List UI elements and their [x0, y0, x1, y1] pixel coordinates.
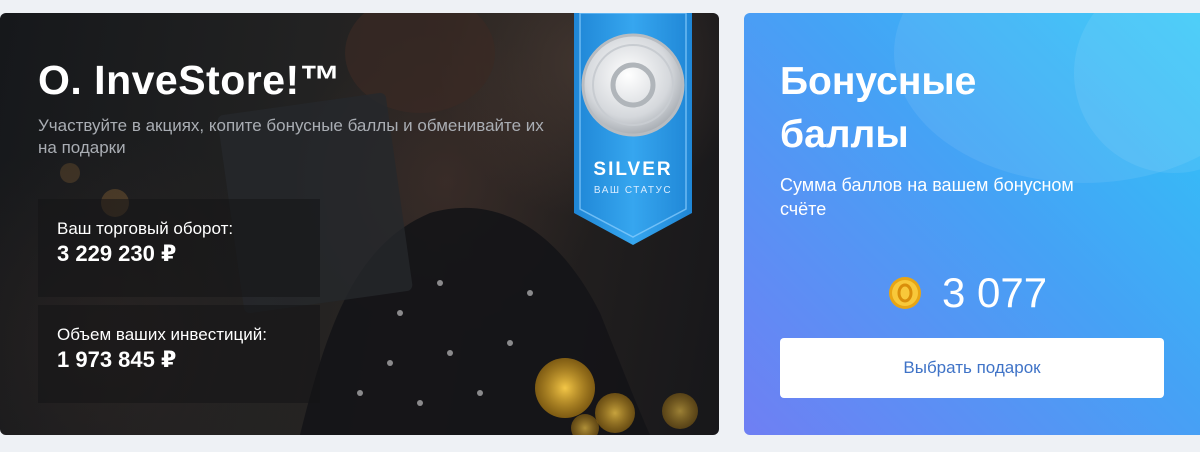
page-title: О. InveStore!™: [38, 57, 342, 103]
loyalty-promo-card: О. InveStore!™ Участвуйте в акциях, копи…: [0, 13, 719, 435]
investment-value: 1 973 845 ₽: [57, 347, 177, 372]
status-level: SILVER: [593, 159, 673, 180]
points-balance: 3 077: [942, 269, 1048, 316]
status-caption: ВАШ СТАТУС: [593, 185, 673, 196]
turnover-label: Ваш торговый оборот:: [57, 219, 234, 238]
investment-label: Объем ваших инвестиций:: [57, 325, 267, 344]
status-badge: SILVER ВАШ СТАТУС: [574, 13, 692, 245]
bonus-subtitle: Сумма баллов на вашем бонусном счёте: [780, 175, 1074, 219]
investment-stat: Объем ваших инвестиций: 1 973 845 ₽: [38, 305, 320, 403]
choose-gift-button[interactable]: Выбрать подарок: [780, 338, 1164, 398]
coin-icon: [889, 277, 921, 309]
promo-subtitle: Участвуйте в акциях, копите бонусные бал…: [38, 116, 544, 157]
bonus-points-card: Бонусные баллы Сумма баллов на вашем бон…: [744, 13, 1200, 435]
silver-medal-icon: [574, 13, 692, 245]
turnover-stat: Ваш торговый оборот: 3 229 230 ₽: [38, 199, 320, 297]
turnover-value: 3 229 230 ₽: [57, 241, 177, 266]
bonus-title: Бонусные баллы: [780, 60, 977, 156]
